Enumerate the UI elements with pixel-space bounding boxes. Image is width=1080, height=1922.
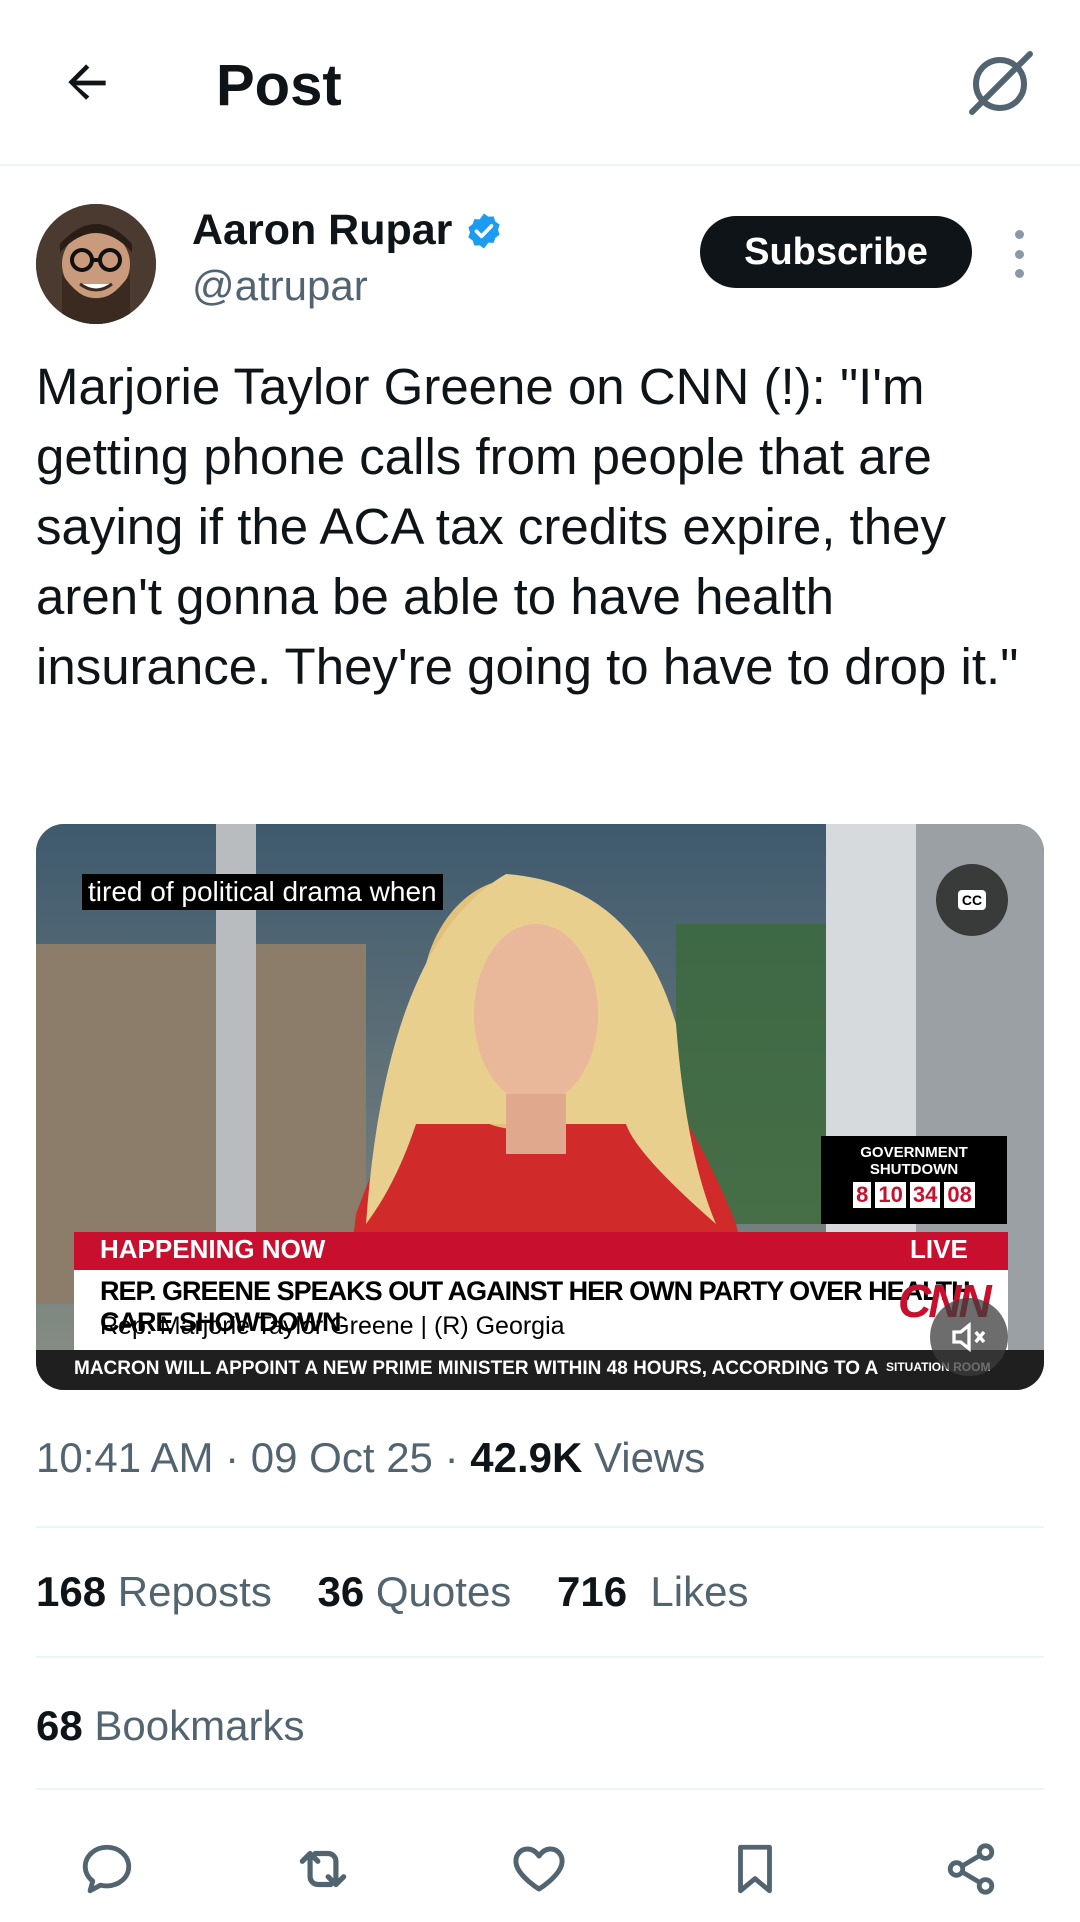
more-options-button[interactable] xyxy=(1002,224,1036,284)
bookmark-button[interactable] xyxy=(720,1834,790,1904)
dot-icon xyxy=(1014,230,1024,239)
separator-dot: · xyxy=(225,1434,251,1481)
post-time[interactable]: 10:41 AM xyxy=(36,1434,213,1481)
divider xyxy=(36,1526,1044,1528)
author-name-row[interactable]: Aaron Rupar xyxy=(192,206,504,255)
author-name[interactable]: Aaron Rupar xyxy=(192,206,452,255)
clock-digits: 8 10 34 08 xyxy=(821,1182,1007,1208)
page-title: Post xyxy=(216,53,342,118)
like-icon xyxy=(513,1846,565,1892)
reposts-label: Reposts xyxy=(117,1568,272,1615)
video-caption: tired of political drama when xyxy=(82,874,443,910)
share-button[interactable] xyxy=(936,1834,1006,1904)
grok-icon xyxy=(969,51,1033,115)
repost-icon xyxy=(299,1850,347,1888)
bookmarks-label: Bookmarks xyxy=(94,1702,305,1749)
subscribe-button[interactable]: Subscribe xyxy=(700,216,972,288)
tweet-text: Marjorie Taylor Greene on CNN (!): "I'm … xyxy=(36,358,1019,695)
shutdown-title: GOVERNMENT SHUTDOWN xyxy=(860,1144,968,1178)
repost-button[interactable] xyxy=(288,1834,358,1904)
reply-icon xyxy=(82,1844,132,1894)
quotes-label: Quotes xyxy=(375,1568,512,1615)
author-handle[interactable]: @atrupar xyxy=(192,262,368,310)
volume-muted-icon xyxy=(952,1321,986,1353)
avatar[interactable] xyxy=(36,204,156,324)
post-meta: 10:41 AM · 09 Oct 25 · 42.9K Views xyxy=(36,1434,705,1482)
dot-icon xyxy=(1014,249,1024,259)
clock-hours: 10 xyxy=(875,1182,906,1208)
post-date[interactable]: 09 Oct 25 xyxy=(251,1434,433,1481)
quotes-count: 36 xyxy=(317,1568,365,1615)
closed-captions-button[interactable]: CC xyxy=(936,864,1008,936)
live-label: LIVE xyxy=(910,1234,968,1264)
clock-days: 8 xyxy=(853,1182,872,1208)
bookmarks-stat[interactable]: 68 Bookmarks xyxy=(36,1702,304,1750)
grok-button[interactable] xyxy=(962,46,1038,122)
views-label: Views xyxy=(593,1434,706,1481)
bookmark-icon xyxy=(738,1844,772,1894)
shutdown-clock: GOVERNMENT SHUTDOWN 8 10 34 08 xyxy=(821,1136,1007,1224)
divider xyxy=(36,1788,1044,1790)
clock-seconds: 08 xyxy=(944,1182,975,1208)
views-count: 42.9K xyxy=(470,1434,583,1481)
like-button[interactable] xyxy=(504,1834,574,1904)
video-player[interactable]: tired of political drama when CC GOVERNM… xyxy=(36,824,1044,1390)
action-bar xyxy=(0,1820,1080,1910)
clock-minutes: 34 xyxy=(909,1182,941,1208)
mute-button[interactable] xyxy=(930,1298,1008,1376)
reposts-count: 168 xyxy=(36,1568,107,1615)
back-button[interactable] xyxy=(52,48,122,118)
likes-count: 716 xyxy=(556,1568,628,1615)
cc-icon: CC xyxy=(957,890,987,910)
share-icon xyxy=(947,1843,995,1895)
divider xyxy=(36,1656,1044,1658)
arrow-left-icon xyxy=(68,64,106,100)
dot-icon xyxy=(1014,269,1024,278)
top-bar: Post xyxy=(0,0,1080,166)
happening-now-label: HAPPENING NOW xyxy=(100,1234,326,1264)
separator-dot: · xyxy=(444,1434,471,1481)
verified-badge-icon xyxy=(468,213,501,248)
ticker-text: MACRON WILL APPOINT A NEW PRIME MINISTER… xyxy=(74,1358,879,1379)
engagement-stats: 168 Reposts 36 Quotes 716 Likes xyxy=(36,1568,782,1616)
likes-stat[interactable]: 716 Likes xyxy=(557,1568,748,1615)
quotes-stat[interactable]: 36 Quotes xyxy=(318,1568,512,1615)
bookmarks-count: 68 xyxy=(36,1702,83,1749)
news-subline: Rep. Marjorie Taylor Greene | (R) Georgi… xyxy=(100,1312,565,1340)
reply-button[interactable] xyxy=(72,1834,142,1904)
avatar-image xyxy=(36,204,156,324)
reposts-stat[interactable]: 168 Reposts xyxy=(36,1568,272,1615)
likes-label: Likes xyxy=(650,1568,749,1615)
